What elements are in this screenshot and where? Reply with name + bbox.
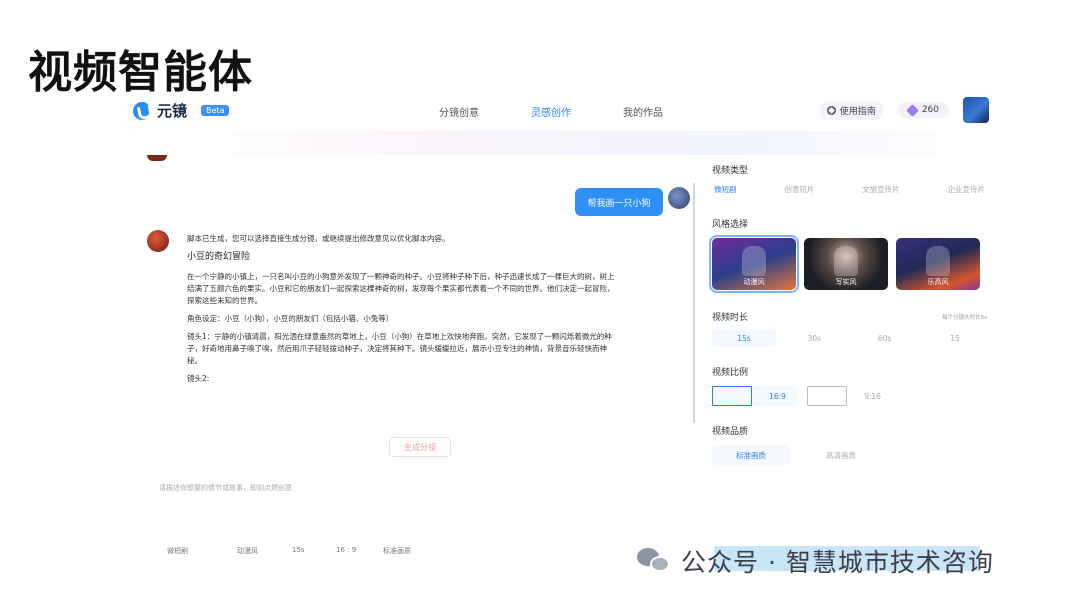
nav-storyboard[interactable]: 分镜创意 <box>413 104 505 119</box>
app-window: 元镜 Beta 分镜创意 灵感创作 我的作品 使用指南 260 帮我画一只小狗 … <box>127 93 993 580</box>
summary-quality[interactable]: 标准画质 <box>383 546 443 556</box>
top-right-tools: 使用指南 260 <box>818 97 989 123</box>
ai-message: 脚本已生成，您可以选择直接生成分镜，或继续提出修改意见以优化脚本内容。 小豆的奇… <box>187 233 617 391</box>
guide-button[interactable]: 使用指南 <box>818 100 884 120</box>
user-chat-avatar <box>668 187 690 209</box>
ratio-option-label: 16:9 <box>769 391 786 401</box>
style-card-label: 动漫风 <box>743 278 765 286</box>
summary-style[interactable]: 动漫风 <box>237 546 292 556</box>
wechat-icon <box>637 546 673 576</box>
slide-title: 视频智能体 <box>28 47 253 98</box>
user-avatar[interactable] <box>963 97 989 123</box>
quality-options: 标准画质 高清画质 <box>712 445 987 465</box>
logo-icon <box>133 101 151 120</box>
watermark: 公众号 · 智慧城市技术咨询 <box>637 543 994 579</box>
diamond-icon <box>905 103 919 117</box>
duration-option-60s[interactable]: 60s <box>853 329 917 347</box>
style-thumbnail <box>742 246 766 276</box>
panel-divider[interactable] <box>693 183 695 423</box>
style-options: 动漫风 写实风 乐高风 <box>709 235 987 293</box>
ratio-option-16-9[interactable]: 16:9 <box>712 386 797 406</box>
duration-options: 15s 30s 60s 15 <box>712 329 987 347</box>
duration-hint: 每个分镜头时长5s <box>942 314 987 321</box>
story-paragraph-4: 镜头2: <box>187 374 210 383</box>
summary-type[interactable]: 微短剧 <box>167 546 237 556</box>
type-option-tourism-promo[interactable]: 文旅宣传片 <box>862 184 900 195</box>
portrait-icon <box>807 386 848 406</box>
story-paragraph-2: 角色设定：小豆（小狗），小豆的朋友们（包括小猫、小兔等） <box>187 314 394 323</box>
nav-my-works[interactable]: 我的作品 <box>597 104 689 119</box>
selection-summary-bar: 微短剧 动漫风 15s 16 : 9 标准画质 <box>167 546 443 556</box>
landscape-icon <box>712 386 753 406</box>
style-label: 风格选择 <box>712 220 749 230</box>
type-option-micro-drama[interactable]: 微短剧 <box>714 184 737 195</box>
style-card-lego[interactable]: 乐高风 <box>896 238 980 290</box>
generate-storyboard-button[interactable]: 生成分镜 <box>389 437 451 457</box>
nav-inspiration[interactable]: 灵感创作 <box>505 104 597 119</box>
ai-intro: 脚本已生成，您可以选择直接生成分镜，或继续提出修改意见以优化脚本内容。 <box>187 234 450 243</box>
quality-label: 视频品质 <box>712 427 749 437</box>
logo-text: 元镜 <box>157 102 188 120</box>
guide-label: 使用指南 <box>839 106 876 117</box>
duration-option-15s[interactable]: 15s <box>712 329 776 347</box>
user-message-bubble: 帮我画一只小狗 <box>575 188 663 216</box>
slide: 视频智能体 元镜 Beta 分镜创意 灵感创作 我的作品 使用指南 260 帮我… <box>0 0 1080 605</box>
ratio-option-label: 9:16 <box>864 391 881 401</box>
prompt-input[interactable]: 请描述你想要的情节或故事，即刻点燃创意 <box>159 483 292 493</box>
style-thumbnail <box>926 246 950 276</box>
main-nav: 分镜创意 灵感创作 我的作品 <box>413 104 689 119</box>
type-option-corporate-promo[interactable]: 企业宣传片 <box>947 184 985 195</box>
ratio-option-9-16[interactable]: 9:16 <box>807 386 892 406</box>
summary-duration[interactable]: 15s <box>292 546 336 556</box>
app-logo[interactable]: 元镜 Beta <box>133 100 230 121</box>
beta-badge: Beta <box>201 105 230 116</box>
settings-panel: 视频类型 微短剧 创意短片 文旅宣传片 企业宣传片 风格选择 动漫风 写实风 乐… <box>709 163 987 465</box>
style-card-label: 乐高风 <box>927 278 949 286</box>
chat-panel: 帮我画一只小狗 脚本已生成，您可以选择直接生成分镜，或继续提出修改意见以优化脚本… <box>127 155 692 535</box>
summary-ratio[interactable]: 16 : 9 <box>336 546 383 556</box>
credits-badge[interactable]: 260 <box>897 102 949 118</box>
story-paragraph-1: 在一个宁静的小镇上，一只名叫小豆的小狗意外发现了一颗神奇的种子。小豆将种子种下后… <box>187 272 615 305</box>
compass-icon <box>826 105 836 115</box>
style-card-realistic[interactable]: 写实风 <box>804 238 888 290</box>
style-card-anime[interactable]: 动漫风 <box>709 235 799 293</box>
video-type-options: 微短剧 创意短片 文旅宣传片 企业宣传片 <box>712 184 987 195</box>
style-thumbnail <box>834 246 858 276</box>
ratio-label: 视频比例 <box>712 368 749 378</box>
video-type-label: 视频类型 <box>712 166 749 176</box>
type-option-creative-short[interactable]: 创意短片 <box>784 184 814 195</box>
story-title: 小豆的奇幻冒险 <box>187 252 251 262</box>
duration-option-30s[interactable]: 30s <box>782 329 846 347</box>
story-paragraph-3: 镜头1：宁静的小镇清晨，阳光洒在绿意盎然的草地上，小豆（小狗）在草地上欢快地奔跑… <box>187 332 612 365</box>
duration-label: 视频时长 <box>712 313 749 323</box>
duration-option-custom[interactable]: 15 <box>923 329 987 347</box>
header-gradient-band <box>127 131 993 155</box>
credits-value: 260 <box>921 105 939 115</box>
duration-header: 视频时长 每个分镜头时长5s <box>712 310 987 323</box>
ai-avatar-partial <box>147 155 167 161</box>
top-navigation-bar: 元镜 Beta 分镜创意 灵感创作 我的作品 使用指南 260 <box>127 93 993 131</box>
quality-option-hd[interactable]: 高清画质 <box>802 445 880 465</box>
watermark-text: 公众号 · 智慧城市技术咨询 <box>681 548 994 577</box>
ratio-options: 16:9 9:16 <box>712 386 987 406</box>
quality-option-standard[interactable]: 标准画质 <box>712 445 790 465</box>
style-card-label: 写实风 <box>835 278 857 286</box>
ai-chat-avatar <box>147 230 169 252</box>
